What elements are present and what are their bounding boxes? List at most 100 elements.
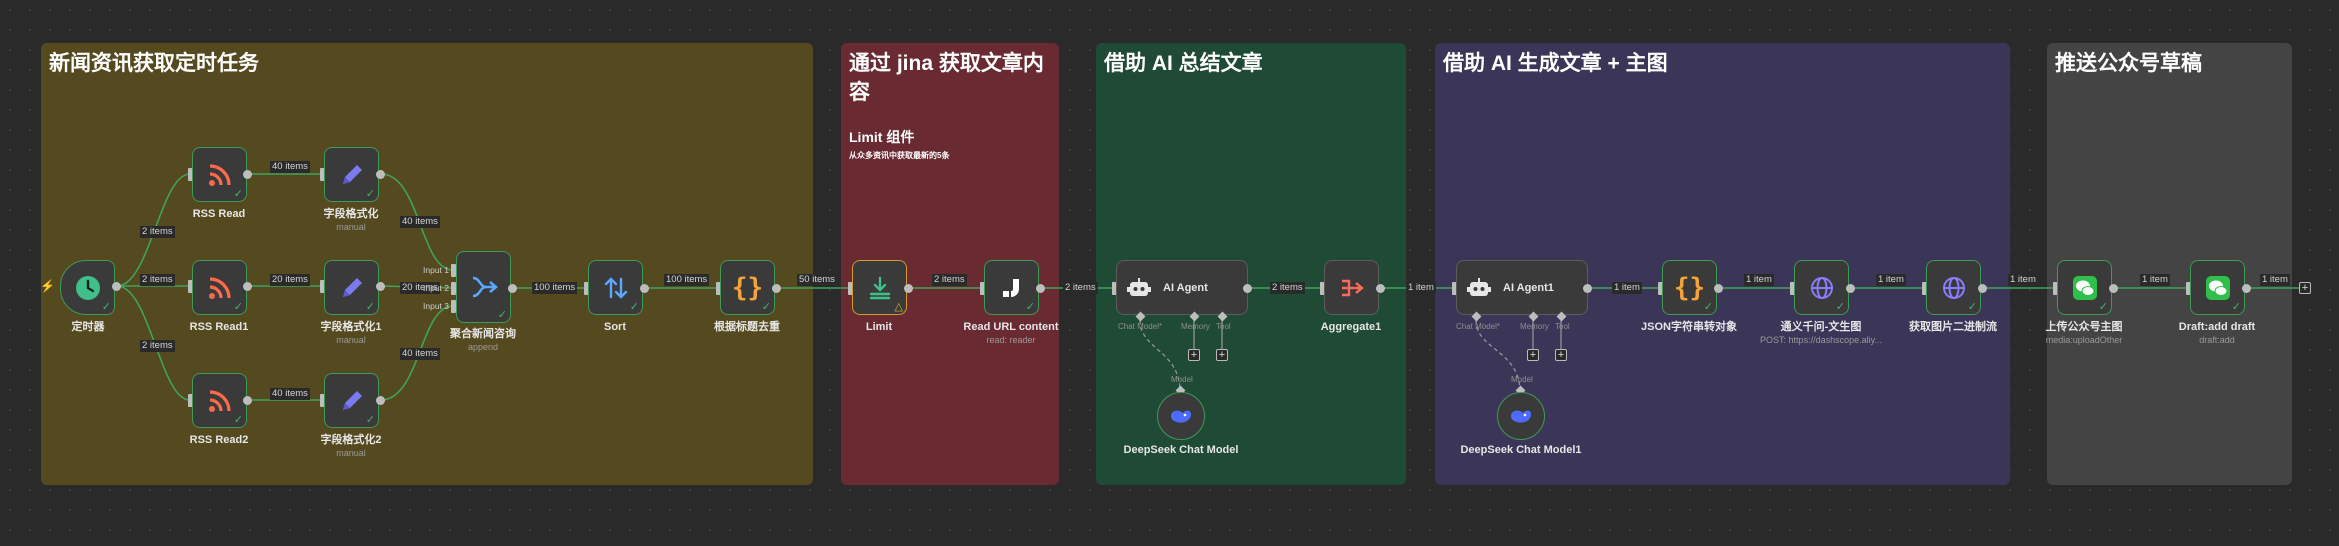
- check-icon: ✓: [1835, 301, 1845, 313]
- edge-label: 40 items: [270, 161, 310, 173]
- node-merge[interactable]: ✓: [456, 251, 511, 323]
- output-port[interactable]: [2242, 284, 2251, 293]
- add-memory-button[interactable]: +: [1527, 349, 1539, 361]
- sort-icon: [604, 276, 627, 299]
- node-rss-read2[interactable]: ✓: [192, 373, 247, 428]
- node-rss-read[interactable]: ✓: [192, 147, 247, 202]
- output-port[interactable]: [1978, 284, 1987, 293]
- whale-icon: [1511, 410, 1531, 423]
- node-sublabel: manual: [336, 448, 366, 458]
- edge-label: 2 items: [1270, 282, 1305, 294]
- clock-icon: [75, 275, 100, 300]
- output-port[interactable]: [508, 284, 517, 293]
- slot-label: Chat Model*: [1118, 322, 1163, 331]
- jina-icon: [1002, 278, 1019, 297]
- braces-icon: {}: [731, 272, 764, 303]
- output-port[interactable]: [1243, 284, 1252, 293]
- output-port[interactable]: [1036, 284, 1045, 293]
- add-tool-button[interactable]: +: [1216, 349, 1228, 361]
- edge-label: 2 items: [140, 226, 175, 238]
- merge-icon: [472, 276, 498, 298]
- node-deepseek[interactable]: [1157, 392, 1205, 440]
- output-port[interactable]: [904, 284, 913, 293]
- output-port[interactable]: [640, 284, 649, 293]
- check-icon: ✓: [2231, 301, 2241, 313]
- slot-label: Memory: [1520, 322, 1549, 331]
- output-port[interactable]: [376, 170, 385, 179]
- node-label: DeepSeek Chat Model1: [1460, 444, 1582, 456]
- node-draft[interactable]: ✓: [2190, 260, 2245, 315]
- edge-label: 2 items: [140, 340, 175, 352]
- node-sublabel: manual: [336, 222, 366, 232]
- output-port[interactable]: [243, 396, 252, 405]
- add-memory-button[interactable]: +: [1188, 349, 1200, 361]
- whale-icon: [1171, 410, 1191, 423]
- output-port[interactable]: [376, 396, 385, 405]
- check-icon: ✓: [365, 301, 375, 313]
- edge-label: 1 item: [2140, 274, 2170, 286]
- rss-icon: [208, 276, 231, 299]
- output-port[interactable]: [2109, 284, 2118, 293]
- edge-label: 1 item: [1406, 282, 1436, 294]
- add-tool-button[interactable]: +: [1555, 349, 1567, 361]
- check-icon: ✓: [1025, 301, 1035, 313]
- node-ai-agent[interactable]: AI Agent: [1116, 260, 1248, 315]
- node-label: DeepSeek Chat Model: [1123, 444, 1239, 456]
- slot-label: Memory: [1181, 322, 1210, 331]
- wechat-icon: [2072, 275, 2097, 300]
- node-dedup[interactable]: {} ✓: [720, 260, 775, 315]
- edge-label: 2 items: [1063, 282, 1098, 294]
- node-label: AI Agent1: [1503, 281, 1554, 294]
- wechat-icon: [2205, 275, 2230, 300]
- node-fmt1[interactable]: ✓: [324, 260, 379, 315]
- node-json[interactable]: {} ✓: [1662, 260, 1717, 315]
- output-port[interactable]: [772, 284, 781, 293]
- node-limit[interactable]: △: [852, 260, 907, 315]
- output-port[interactable]: [243, 282, 252, 291]
- edge-label: 40 items: [270, 388, 310, 400]
- trigger-bolt-icon: ⚡: [40, 279, 55, 293]
- node-sort[interactable]: ✓: [588, 260, 643, 315]
- output-port[interactable]: [1846, 284, 1855, 293]
- pencil-icon: [342, 164, 362, 184]
- check-icon: ✓: [365, 414, 375, 426]
- input-label: Input 2: [423, 283, 449, 293]
- node-ai-agent1[interactable]: AI Agent1: [1456, 260, 1588, 315]
- edge-label: 1 item: [1744, 274, 1774, 286]
- node-trigger[interactable]: ✓: [60, 260, 115, 315]
- node-rss-read1[interactable]: ✓: [192, 260, 247, 315]
- output-port[interactable]: [1376, 284, 1385, 293]
- edge-label: 20 items: [270, 274, 310, 286]
- output-port[interactable]: [1714, 284, 1723, 293]
- globe-icon: [1942, 276, 1965, 299]
- globe-icon: [1810, 276, 1833, 299]
- edge-label: 1 item: [1612, 282, 1642, 294]
- edge-label: 1 item: [2260, 274, 2290, 286]
- add-node-button[interactable]: +: [2299, 282, 2311, 294]
- edge-label: 2 items: [140, 274, 175, 286]
- edge-label: 2 items: [932, 274, 967, 286]
- node-fmt2[interactable]: ✓: [324, 373, 379, 428]
- node-get-image[interactable]: ✓: [1926, 260, 1981, 315]
- warning-icon: △: [894, 301, 903, 313]
- edge-label: 100 items: [664, 274, 710, 286]
- node-aggregate[interactable]: [1324, 260, 1379, 315]
- edge-label: 1 item: [2008, 274, 2038, 286]
- node-tongyi[interactable]: ✓: [1794, 260, 1849, 315]
- node-fmt[interactable]: ✓: [324, 147, 379, 202]
- node-upload[interactable]: ✓: [2057, 260, 2112, 315]
- output-port[interactable]: [112, 282, 121, 291]
- pencil-icon: [342, 390, 362, 410]
- node-sublabel: append: [467, 342, 499, 352]
- node-deepseek1[interactable]: [1497, 392, 1545, 440]
- edge-label: 1 item: [1876, 274, 1906, 286]
- slot-label: Model: [1171, 375, 1193, 384]
- node-label: 字段格式化2: [320, 434, 382, 446]
- output-port[interactable]: [1583, 284, 1592, 293]
- node-read-url[interactable]: ✓: [984, 260, 1039, 315]
- output-port[interactable]: [243, 170, 252, 179]
- robot-icon: [1467, 277, 1491, 296]
- check-icon: ✓: [629, 301, 639, 313]
- slot-label: Tool: [1216, 322, 1231, 331]
- output-port[interactable]: [376, 282, 385, 291]
